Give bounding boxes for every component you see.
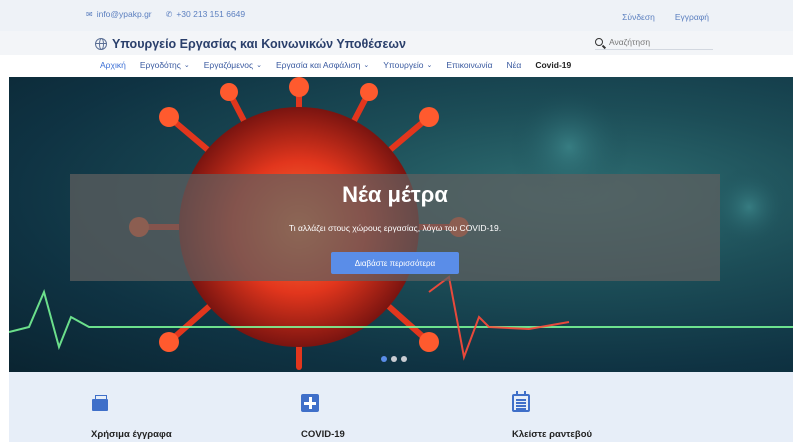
nav-item-covid[interactable]: Covid-19 <box>535 60 571 70</box>
nav-item-work-insurance[interactable]: Εργασία και Ασφάλιση ⌄ <box>276 60 369 70</box>
chevron-down-icon: ⌄ <box>426 62 433 69</box>
nav-label: Επικοινωνία <box>446 60 493 70</box>
phone-icon: ✆ <box>165 9 173 19</box>
read-more-button[interactable]: Διαβάστε περισσότερα <box>331 252 459 274</box>
hero-subtitle: Τι αλλάζει στους χώρους εργασίας, λόγω τ… <box>288 223 502 233</box>
chevron-down-icon: ⌄ <box>363 62 370 69</box>
service-documents[interactable]: Χρήσιμα έγγραφα <box>91 394 172 440</box>
nav-label: Αρχική <box>100 60 126 70</box>
service-covid[interactable]: COVID-19 <box>301 394 345 440</box>
hero-carousel: Νέα μέτρα Τι αλλάζει στους χώρους εργασί… <box>9 77 793 372</box>
nav-label: Εργασία και Ασφάλιση <box>275 60 361 70</box>
nav-label: Εργαζόμενος <box>203 60 254 70</box>
phone-link[interactable]: ✆ +30 213 151 6649 <box>166 9 245 19</box>
carousel-dot[interactable] <box>381 356 387 362</box>
nav-item-employee[interactable]: Εργαζόμενος ⌄ <box>204 60 262 70</box>
service-label: Κλείστε ραντεβού <box>512 429 593 440</box>
plus-icon <box>301 394 319 412</box>
calendar-icon <box>512 391 530 412</box>
email-link[interactable]: ✉ info@ypakp.gr <box>86 9 152 19</box>
auth-links: Σύνδεση Εγγραφή <box>622 12 709 22</box>
hero-caption: Νέα μέτρα Τι αλλάζει στους χώρους εργασί… <box>70 174 720 281</box>
nav-label: Υπουργείο <box>383 60 424 70</box>
site-header: Υπουργείο Εργασίας και Κοινωνικών Υποθέσ… <box>0 31 793 55</box>
main-nav: Αρχική Εργοδότης ⌄ Εργαζόμενος ⌄ Εργασία κ… <box>0 55 793 77</box>
contact-info: ✉ info@ypakp.gr ✆ +30 213 151 6649 <box>86 9 245 19</box>
nav-item-contact[interactable]: Επικοινωνία <box>446 60 492 70</box>
nav-item-news[interactable]: Νέα <box>506 60 521 70</box>
phone-text: +30 213 151 6649 <box>176 9 246 19</box>
nav-item-home[interactable]: Αρχική <box>100 60 126 70</box>
login-link[interactable]: Σύνδεση <box>622 12 655 22</box>
search-input[interactable] <box>609 36 709 47</box>
site-title: Υπουργείο Εργασίας και Κοινωνικών Υποθέσ… <box>112 37 406 51</box>
service-label: Χρήσιμα έγγραφα <box>91 429 172 440</box>
carousel-dot[interactable] <box>401 356 407 362</box>
documents-icon <box>91 394 109 412</box>
globe-icon <box>95 38 107 50</box>
register-link[interactable]: Εγγραφή <box>675 12 709 22</box>
service-label: COVID-19 <box>301 429 345 440</box>
nav-label: Νέα <box>506 60 522 70</box>
email-text: info@ypakp.gr <box>96 9 152 19</box>
search-icon[interactable] <box>595 37 603 46</box>
nav-label: Covid-19 <box>535 60 572 70</box>
nav-item-ministry[interactable]: Υπουργείο ⌄ <box>383 60 432 70</box>
carousel-dot[interactable] <box>391 356 397 362</box>
top-bar: ✉ info@ypakp.gr ✆ +30 213 151 6649 Σύνδε… <box>0 0 793 31</box>
carousel-indicators <box>381 356 407 362</box>
chevron-down-icon: ⌄ <box>256 62 262 69</box>
site-logo[interactable]: Υπουργείο Εργασίας και Κοινωνικών Υποθέσ… <box>95 37 406 51</box>
service-appointment[interactable]: Κλείστε ραντεβού <box>512 391 592 440</box>
nav-label: Εργοδότης <box>139 60 181 70</box>
nav-item-employer[interactable]: Εργοδότης ⌄ <box>140 60 190 70</box>
envelope-icon: ✉ <box>86 9 93 19</box>
chevron-down-icon: ⌄ <box>183 62 190 69</box>
services-section: Χρήσιμα έγγραφα COVID-19 Κλείστε ραντεβο… <box>9 372 793 442</box>
search-box <box>595 34 713 50</box>
hero-title: Νέα μέτρα <box>342 182 448 207</box>
